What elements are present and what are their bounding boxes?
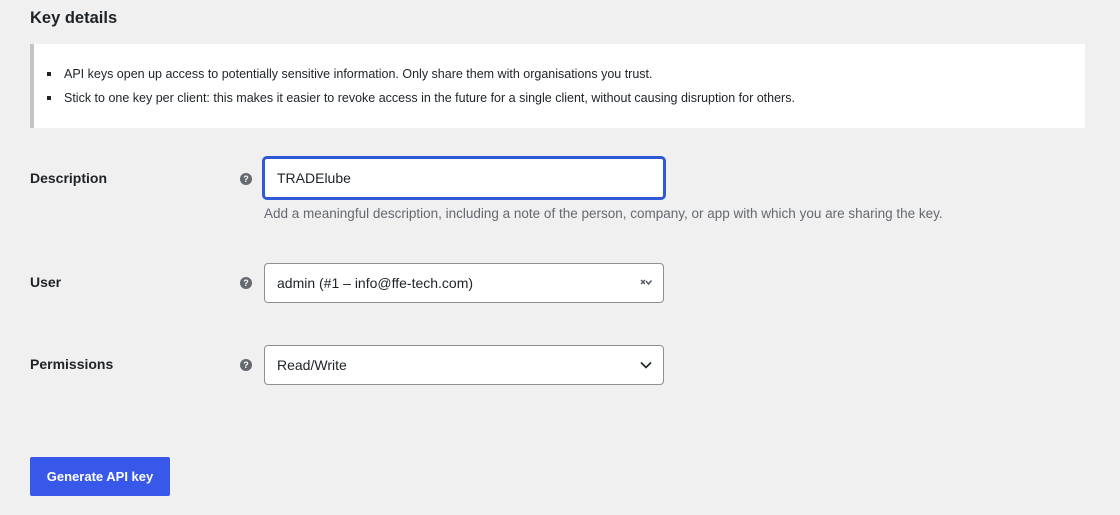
notice-item: Stick to one key per client: this makes … [47,91,795,105]
description-help-text: Add a meaningful description, including … [264,206,943,221]
user-label: User [30,274,62,290]
generate-api-key-button[interactable]: Generate API key [30,457,170,496]
clear-dropdown-icon[interactable] [639,276,653,290]
question-icon[interactable]: ? [240,173,252,185]
description-input[interactable] [263,157,665,199]
notice-item: API keys open up access to potentially s… [47,67,653,81]
description-label: Description [30,170,108,186]
section-title: Key details [30,9,118,27]
chevron-down-icon [640,361,652,369]
question-icon[interactable]: ? [240,277,252,289]
permissions-select[interactable]: Read/Write [264,345,664,385]
notice-box: API keys open up access to potentially s… [30,44,1085,128]
question-icon[interactable]: ? [240,359,252,371]
permissions-select-value: Read/Write [277,357,347,373]
user-select-value: admin (#1 – info@ffe-tech.com) [277,275,474,291]
permissions-label: Permissions [30,356,114,372]
user-select[interactable]: admin (#1 – info@ffe-tech.com) [264,263,664,303]
